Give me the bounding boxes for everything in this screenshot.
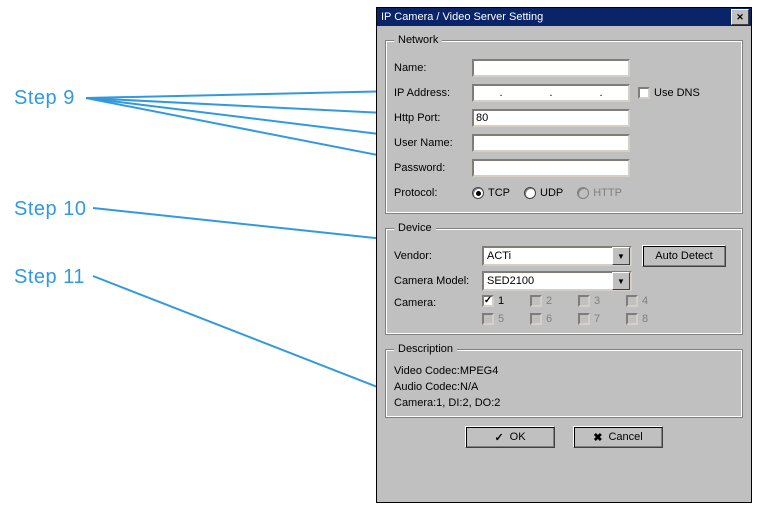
description-group: Description Video Codec:MPEG4 Audio Code… bbox=[385, 343, 743, 418]
checkbox-icon bbox=[626, 313, 638, 325]
camera-3-checkbox: 3 bbox=[578, 295, 612, 307]
checkbox-icon bbox=[638, 87, 650, 99]
annotation-step-9: Step 9 bbox=[14, 87, 75, 110]
description-line-2: Audio Codec:N/A bbox=[394, 379, 734, 395]
ip-camera-dialog: IP Camera / Video Server Setting ✕ Netwo… bbox=[376, 7, 752, 503]
x-icon: ✖ bbox=[593, 431, 602, 444]
protocol-label: Protocol: bbox=[394, 187, 472, 199]
camera-6-checkbox: 6 bbox=[530, 313, 564, 325]
model-select[interactable]: SED2100 ▼ bbox=[482, 271, 632, 291]
chevron-down-icon: ▼ bbox=[612, 272, 630, 290]
annotation-step-11: Step 11 bbox=[14, 266, 85, 289]
checkbox-icon bbox=[578, 313, 590, 325]
camera-8-checkbox: 8 bbox=[626, 313, 660, 325]
http-port-label: Http Port: bbox=[394, 112, 472, 124]
checkbox-icon bbox=[530, 313, 542, 325]
checkbox-icon bbox=[578, 295, 590, 307]
protocol-http-radio: HTTP bbox=[577, 187, 622, 199]
device-group: Device Vendor: ACTi ▼ Auto Detect Camera… bbox=[385, 222, 743, 335]
model-label: Camera Model: bbox=[394, 275, 482, 287]
ip-input[interactable]: ... bbox=[472, 84, 630, 102]
checkbox-icon bbox=[626, 295, 638, 307]
username-label: User Name: bbox=[394, 137, 472, 149]
name-label: Name: bbox=[394, 62, 472, 74]
camera-5-checkbox: 5 bbox=[482, 313, 516, 325]
model-value: SED2100 bbox=[487, 275, 534, 287]
use-dns-checkbox[interactable]: Use DNS bbox=[638, 87, 700, 99]
username-input[interactable] bbox=[472, 134, 630, 152]
ip-label: IP Address: bbox=[394, 87, 472, 99]
protocol-tcp-radio[interactable]: TCP bbox=[472, 187, 510, 199]
camera-4-checkbox: 4 bbox=[626, 295, 660, 307]
password-input[interactable] bbox=[472, 159, 630, 177]
cancel-button[interactable]: ✖ Cancel bbox=[573, 426, 663, 448]
device-legend: Device bbox=[394, 222, 436, 234]
titlebar: IP Camera / Video Server Setting ✕ bbox=[377, 8, 751, 26]
description-line-3: Camera:1, DI:2, DO:2 bbox=[394, 395, 734, 411]
protocol-udp-radio[interactable]: UDP bbox=[524, 187, 563, 199]
auto-detect-button[interactable]: Auto Detect bbox=[642, 245, 726, 267]
camera-label: Camera: bbox=[394, 295, 482, 309]
network-group: Network Name: IP Address: ... Use DNS bbox=[385, 34, 743, 214]
http-port-input[interactable] bbox=[472, 109, 630, 127]
ok-button[interactable]: ✓ OK bbox=[465, 426, 555, 448]
radio-icon bbox=[472, 187, 484, 199]
checkbox-icon bbox=[530, 295, 542, 307]
password-label: Password: bbox=[394, 162, 472, 174]
camera-7-checkbox: 7 bbox=[578, 313, 612, 325]
vendor-label: Vendor: bbox=[394, 250, 482, 262]
radio-icon bbox=[577, 187, 589, 199]
chevron-down-icon: ▼ bbox=[612, 247, 630, 265]
description-line-1: Video Codec:MPEG4 bbox=[394, 363, 734, 379]
name-input[interactable] bbox=[472, 59, 630, 77]
camera-1-checkbox[interactable]: 1 bbox=[482, 295, 516, 307]
close-icon: ✕ bbox=[736, 13, 744, 22]
vendor-value: ACTi bbox=[487, 250, 511, 262]
checkbox-icon bbox=[482, 295, 494, 307]
checkbox-icon bbox=[482, 313, 494, 325]
camera-2-checkbox: 2 bbox=[530, 295, 564, 307]
vendor-select[interactable]: ACTi ▼ bbox=[482, 246, 632, 266]
use-dns-label: Use DNS bbox=[654, 87, 700, 99]
radio-icon bbox=[524, 187, 536, 199]
network-legend: Network bbox=[394, 34, 442, 46]
description-legend: Description bbox=[394, 343, 457, 355]
check-icon: ✓ bbox=[494, 431, 503, 444]
close-button[interactable]: ✕ bbox=[731, 9, 749, 25]
annotation-step-10: Step 10 bbox=[14, 198, 86, 221]
dialog-title: IP Camera / Video Server Setting bbox=[381, 11, 543, 23]
